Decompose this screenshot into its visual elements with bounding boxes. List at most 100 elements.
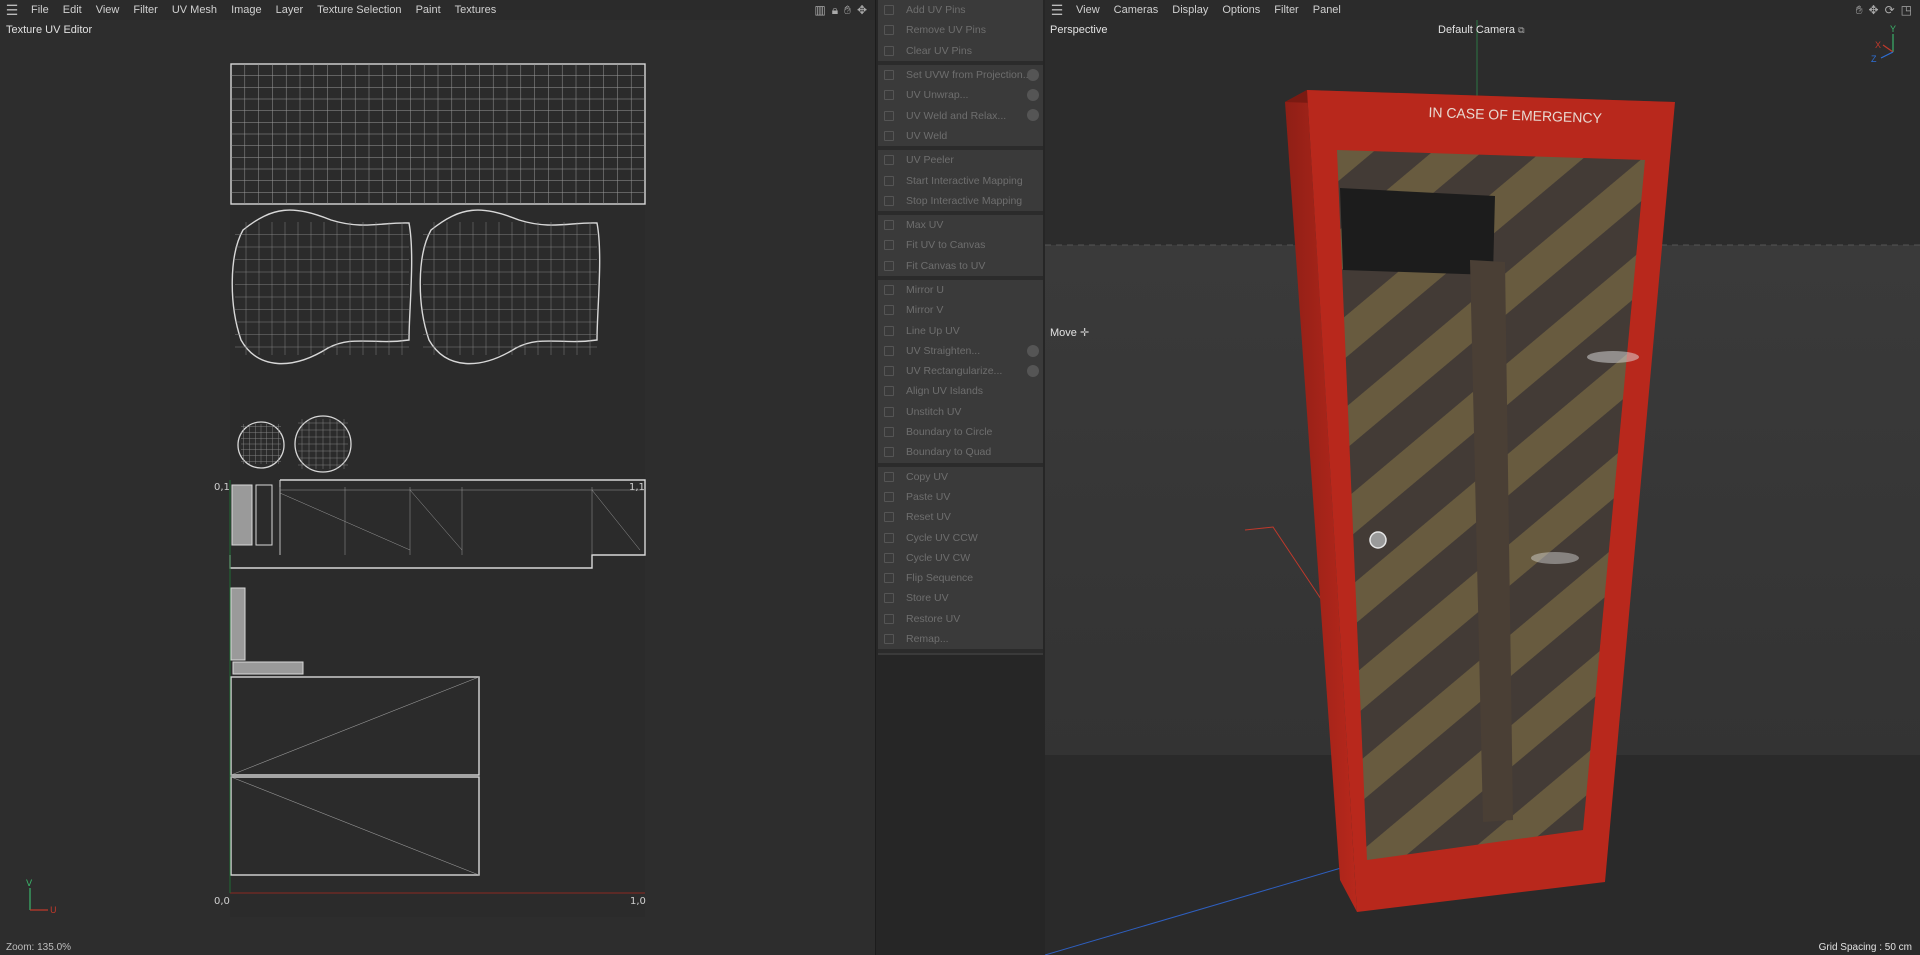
command-group-5: Mirror U Mirror V Line Up UV UV Straighten.… bbox=[878, 279, 1043, 467]
cmd-boundary-to-quad[interactable]: Boundary to Quad bbox=[878, 442, 1043, 462]
camera-label[interactable]: Default Camera ⧉ bbox=[1438, 24, 1525, 36]
cmd-uv-weld-and-relax[interactable]: UV Weld and Relax... bbox=[878, 105, 1043, 125]
cmd-set-uvw-from-projection[interactable]: Set UVW from Projection... bbox=[878, 65, 1043, 85]
cmd-add-uv-pins[interactable]: Add UV Pins bbox=[878, 0, 1043, 20]
command-label: UV Rectangularize... bbox=[906, 365, 1003, 378]
viewport-menu-view[interactable]: View bbox=[1069, 0, 1107, 20]
zoom-readout: Zoom: 135.0% bbox=[6, 942, 72, 953]
mirror-u-icon bbox=[884, 285, 894, 295]
cmd-mirror-u[interactable]: Mirror U bbox=[878, 280, 1043, 300]
options-gear-icon[interactable] bbox=[1027, 344, 1039, 357]
pan-hand-icon[interactable]: ✋︎ bbox=[1856, 3, 1863, 18]
options-gear-icon[interactable] bbox=[1027, 89, 1039, 102]
cmd-fit-uv-to-canvas[interactable]: Fit UV to Canvas bbox=[878, 235, 1043, 255]
uv-menu-paint[interactable]: Paint bbox=[409, 0, 448, 20]
move-view-icon[interactable]: ✥ bbox=[1869, 3, 1879, 18]
cmd-max-uv[interactable]: Max UV bbox=[878, 215, 1043, 235]
cmd-align-uv-islands[interactable]: Align UV Islands bbox=[878, 381, 1043, 401]
options-gear-icon[interactable] bbox=[1027, 365, 1039, 378]
lock-icon[interactable]: 🔒︎ bbox=[832, 3, 838, 18]
uv-editor-menubar: ☰ File Edit View Filter UV Mesh Image Layer Tex… bbox=[0, 0, 875, 20]
command-label: Store UV bbox=[906, 592, 949, 605]
cmd-unstitch-uv[interactable]: Unstitch UV bbox=[878, 402, 1043, 422]
viewport-menu-options[interactable]: Options bbox=[1215, 0, 1267, 20]
cmd-restore-uv[interactable]: Restore UV bbox=[878, 609, 1043, 629]
viewport-menu-cameras[interactable]: Cameras bbox=[1107, 0, 1166, 20]
uv-editor-toolbar-icons: ▥ 🔒︎ ✋︎ ✥ bbox=[814, 3, 875, 18]
command-label: Mirror V bbox=[906, 304, 944, 317]
cmd-copy-uv[interactable]: Copy UV bbox=[878, 467, 1043, 487]
remap-icon bbox=[884, 634, 894, 645]
command-label: Clear UV Pins bbox=[906, 44, 972, 57]
command-group-1: Add UV Pins Remove UV Pins Clear UV Pins bbox=[878, 0, 1043, 65]
projection-label: Perspective bbox=[1050, 24, 1108, 36]
ccw-icon bbox=[884, 532, 894, 543]
active-tool-label: Move ✛ bbox=[1050, 326, 1089, 339]
gizmo-z-axis bbox=[1880, 51, 1894, 59]
cmd-mirror-v[interactable]: Mirror V bbox=[878, 300, 1043, 320]
cmd-uv-rectangularize[interactable]: UV Rectangularize... bbox=[878, 361, 1043, 381]
uv-menu-edit[interactable]: Edit bbox=[56, 0, 89, 20]
cmd-paste-uv[interactable]: Paste UV bbox=[878, 487, 1043, 507]
glass-highlight bbox=[1587, 351, 1639, 363]
cmd-stop-interactive-mapping[interactable]: Stop Interactive Mapping bbox=[878, 191, 1043, 211]
uv-corner-top-right: 1,1 bbox=[629, 482, 645, 493]
cmd-boundary-to-circle[interactable]: Boundary to Circle bbox=[878, 422, 1043, 442]
viewport-hamburger-icon[interactable]: ☰ bbox=[1045, 0, 1069, 20]
cmd-reset-uv[interactable]: Reset UV bbox=[878, 507, 1043, 527]
options-gear-icon[interactable] bbox=[1027, 68, 1039, 81]
cmd-flip-sequence[interactable]: Flip Sequence bbox=[878, 568, 1043, 588]
lineup-icon bbox=[884, 325, 894, 336]
camera-name: Default Camera bbox=[1438, 24, 1516, 36]
play-icon bbox=[884, 175, 894, 186]
cmd-uv-straighten[interactable]: UV Straighten... bbox=[878, 341, 1043, 361]
mirror-v-icon bbox=[884, 305, 894, 316]
uv-space bbox=[230, 64, 645, 917]
viewport-menu-filter[interactable]: Filter bbox=[1267, 0, 1305, 20]
store-icon bbox=[884, 593, 894, 604]
uv-menu-image[interactable]: Image bbox=[224, 0, 269, 20]
straighten-icon bbox=[884, 345, 894, 356]
active-tool-name: Move bbox=[1050, 327, 1077, 339]
uv-menu-view[interactable]: View bbox=[89, 0, 127, 20]
cmd-uv-peeler[interactable]: UV Peeler bbox=[878, 150, 1043, 170]
histogram-icon[interactable]: ▥ bbox=[814, 3, 825, 18]
options-gear-icon[interactable] bbox=[1027, 109, 1039, 122]
uv-menu-layer[interactable]: Layer bbox=[269, 0, 311, 20]
command-label: Boundary to Circle bbox=[906, 426, 993, 439]
cmd-line-up-uv[interactable]: Line Up UV bbox=[878, 320, 1043, 340]
cmd-uv-unwrap[interactable]: UV Unwrap... bbox=[878, 85, 1043, 105]
cmd-start-interactive-mapping[interactable]: Start Interactive Mapping bbox=[878, 170, 1043, 190]
cmd-remove-uv-pins[interactable]: Remove UV Pins bbox=[878, 20, 1043, 40]
cmd-fit-canvas-to-uv[interactable]: Fit Canvas to UV bbox=[878, 256, 1043, 276]
uv-editor-title: Texture UV Editor bbox=[6, 24, 93, 36]
cmd-cycle-uv-ccw[interactable]: Cycle UV CCW bbox=[878, 527, 1043, 547]
hamburger-menu-icon[interactable]: ☰ bbox=[0, 0, 24, 20]
maximize-view-icon[interactable]: ◳ bbox=[1901, 3, 1912, 18]
pan-hand-icon[interactable]: ✋︎ bbox=[844, 3, 851, 18]
rotate-view-icon[interactable]: ⟳ bbox=[1885, 3, 1895, 18]
viewport-menu-panel[interactable]: Panel bbox=[1306, 0, 1348, 20]
uv-island-small bbox=[232, 661, 304, 675]
cmd-cycle-uv-cw[interactable]: Cycle UV CW bbox=[878, 548, 1043, 568]
uv-menu-filter[interactable]: Filter bbox=[126, 0, 164, 20]
cmd-store-uv[interactable]: Store UV bbox=[878, 588, 1043, 608]
uv-menu-texture-selection[interactable]: Texture Selection bbox=[310, 0, 408, 20]
uv-canvas[interactable]: V U bbox=[0, 40, 876, 940]
uv-menu-file[interactable]: File bbox=[24, 0, 56, 20]
uv-menu-textures[interactable]: Textures bbox=[448, 0, 504, 20]
reset-icon bbox=[884, 512, 894, 523]
command-label: Max UV bbox=[906, 219, 944, 232]
uv-commands-panel: Add UV Pins Remove UV Pins Clear UV Pins Se… bbox=[878, 0, 1043, 655]
command-label: Set UVW from Projection... bbox=[906, 69, 1032, 82]
cmd-remap[interactable]: Remap... bbox=[878, 629, 1043, 649]
cmd-uv-weld[interactable]: UV Weld bbox=[878, 126, 1043, 146]
move-arrows-icon[interactable]: ✥ bbox=[857, 3, 867, 18]
uv-island-small bbox=[230, 587, 246, 661]
perspective-viewport[interactable]: ☰ View Cameras Display Options Filter Panel ✋… bbox=[1045, 0, 1920, 955]
cmd-clear-uv-pins[interactable]: Clear UV Pins bbox=[878, 41, 1043, 61]
glass-highlight-2 bbox=[1531, 552, 1579, 564]
viewport-menu-display[interactable]: Display bbox=[1165, 0, 1215, 20]
viewport-scene[interactable]: IN CASE OF EMERGENCY Y X Z bbox=[1045, 20, 1920, 955]
uv-menu-uv-mesh[interactable]: UV Mesh bbox=[165, 0, 224, 20]
